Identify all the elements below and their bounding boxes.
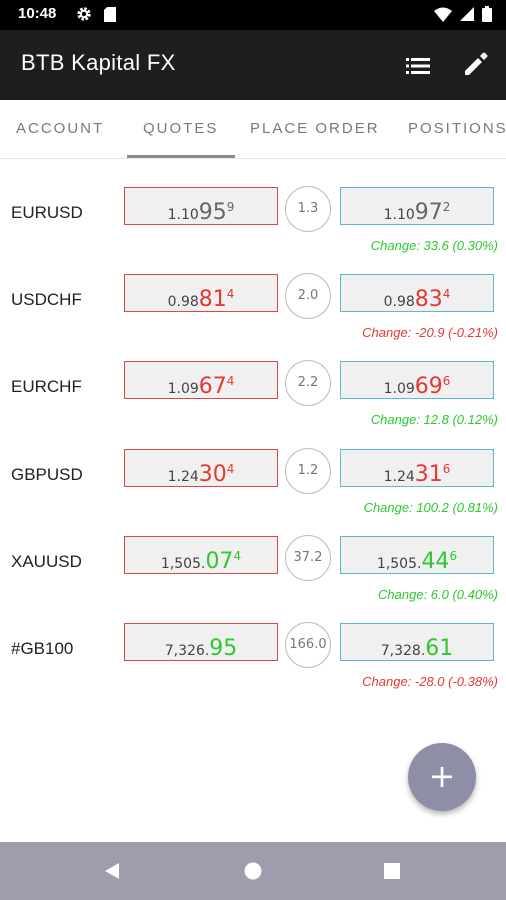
sell-price-button[interactable]: 1,505.074: [124, 535, 278, 574]
spread-indicator: 1.2: [285, 447, 331, 494]
spread-indicator: 166.0: [285, 622, 331, 668]
spread-indicator: 37.2: [285, 534, 331, 581]
quote-row: USDCHF 0.98814 2.0 0.98834 Change: -20.9 (-0…: [0, 273, 506, 361]
quote-row: EURUSD 1.10959 1.3 1.10972 Change: 33.6 (0.3…: [0, 186, 506, 274]
change-text: Change: -20.9 (-0.21%): [362, 325, 498, 341]
buy-price-button[interactable]: 0.98834: [340, 274, 494, 313]
spread-indicator: 2.2: [285, 360, 331, 407]
buy-price-button[interactable]: 1.10972: [340, 187, 494, 225]
edit-pencil-icon[interactable]: [462, 50, 490, 78]
tab-quotes[interactable]: QUOTES: [143, 120, 218, 137]
sell-price-button[interactable]: 0.98814: [124, 274, 278, 313]
change-text: Change: 100.2 (0.81%): [363, 499, 498, 515]
sell-price-button[interactable]: 1.09674: [124, 361, 278, 400]
home-icon[interactable]: [244, 862, 262, 880]
buy-price-button[interactable]: 1,505.446: [340, 535, 494, 574]
quote-row: #GB100 7,326.95 166.0 7,328.61 Change: -28.0…: [0, 622, 506, 710]
sell-price-button[interactable]: 7,326.95: [124, 623, 278, 661]
tab-bar: ACCOUNT QUOTES PLACE ORDER POSITIONS: [0, 100, 506, 159]
symbol-label: USDCHF: [11, 290, 82, 310]
symbol-label: #GB100: [11, 639, 74, 658]
battery-icon: [482, 6, 492, 22]
symbol-label: XAUUSD: [11, 551, 82, 571]
change-text: Change: 33.6 (0.30%): [370, 238, 498, 253]
buy-price-button[interactable]: 7,328.61: [340, 623, 494, 661]
plus-icon: +: [428, 757, 456, 795]
list-view-icon[interactable]: [404, 52, 432, 80]
change-text: Change: 12.8 (0.12%): [370, 412, 498, 428]
settings-gear-icon: [77, 7, 91, 21]
tab-place-order[interactable]: PLACE ORDER: [250, 120, 380, 137]
symbol-label: GBPUSD: [11, 464, 83, 484]
change-text: Change: 6.0 (0.40%): [378, 586, 498, 602]
quote-row: GBPUSD 1.24304 1.2 1.24316 Change: 100.2 (0.…: [0, 447, 506, 536]
app-title: BTB Kapital FX: [21, 50, 176, 75]
sell-price-button[interactable]: 1.24304: [124, 448, 278, 487]
buy-price-button[interactable]: 1.24316: [340, 448, 494, 487]
system-nav-bar: [0, 842, 506, 900]
tab-positions[interactable]: POSITIONS: [408, 120, 506, 137]
back-icon[interactable]: [103, 862, 121, 880]
change-text: Change: -28.0 (-0.38%): [362, 674, 498, 689]
buy-price-button[interactable]: 1.09696: [340, 361, 494, 400]
quote-row: XAUUSD 1,505.074 37.2 1,505.446 Change: 6.0 …: [0, 534, 506, 623]
add-button[interactable]: +: [408, 743, 476, 811]
spread-indicator: 2.0: [285, 273, 331, 320]
sell-price-button[interactable]: 1.10959: [124, 187, 278, 225]
sd-card-icon: [104, 7, 116, 22]
signal-icon: [460, 7, 474, 21]
quote-row: EURCHF 1.09674 2.2 1.09696 Change: 12.8 (0.1…: [0, 360, 506, 448]
tab-account[interactable]: ACCOUNT: [16, 120, 104, 137]
recents-icon[interactable]: [384, 863, 400, 879]
status-time: 10:48: [18, 5, 57, 22]
symbol-label: EURUSD: [11, 203, 83, 222]
wifi-icon: [434, 7, 452, 22]
symbol-label: EURCHF: [11, 377, 82, 397]
app-bar: BTB Kapital FX: [0, 30, 506, 100]
spread-indicator: 1.3: [285, 186, 331, 232]
status-bar: 10:48: [0, 0, 506, 30]
active-tab-indicator: [127, 155, 235, 158]
